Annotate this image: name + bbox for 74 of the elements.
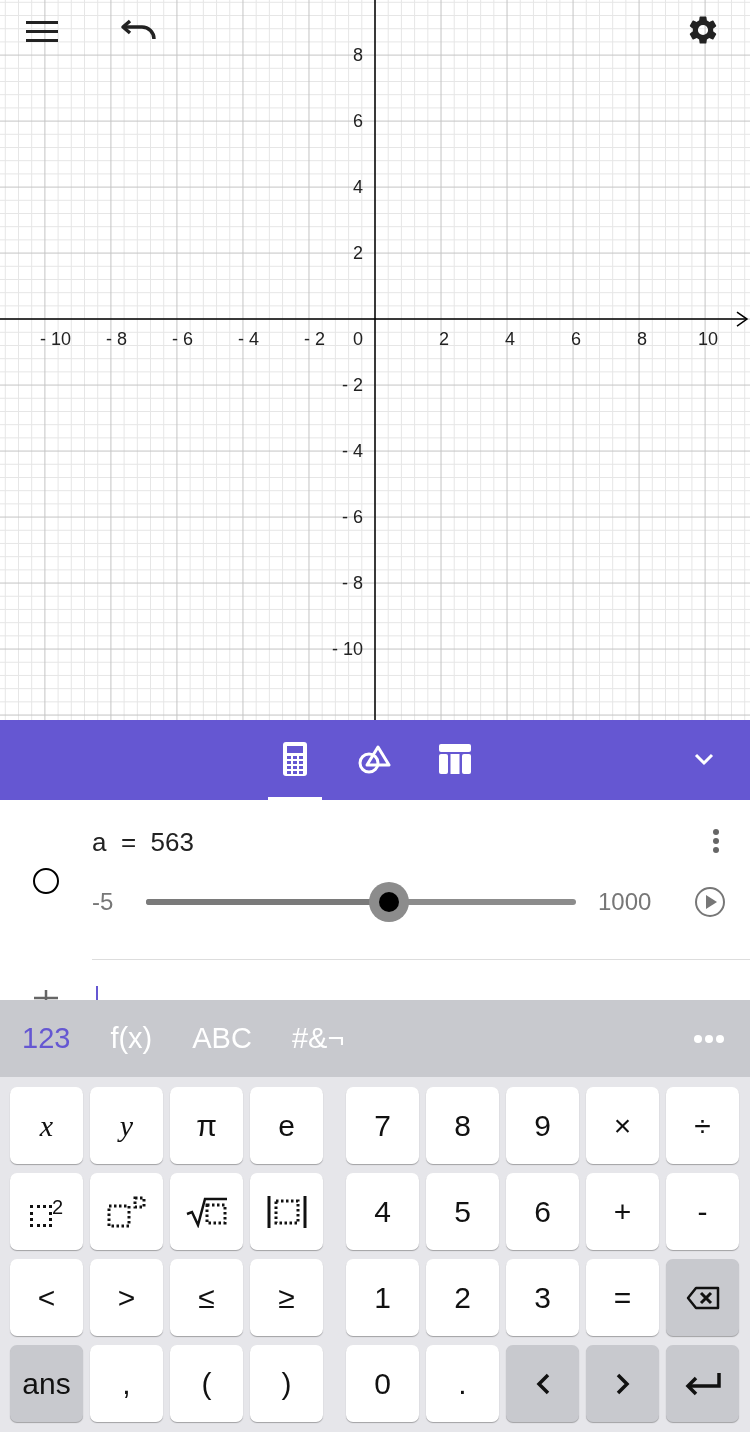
axis-tick-label: - 4 [342,441,363,462]
play-icon[interactable] [694,886,726,918]
keyboard-key[interactable]: = [586,1259,659,1336]
keyboard-key[interactable]: × [586,1087,659,1164]
axis-tick-label: 4 [353,177,363,198]
keyboard-key[interactable]: . [426,1345,499,1422]
keyboard-key[interactable]: < [10,1259,83,1336]
plus-icon[interactable] [34,990,58,1000]
keyboard-key[interactable]: 7 [346,1087,419,1164]
keyboard-key[interactable]: 4 [346,1173,419,1250]
keyboard-key[interactable]: ≤ [170,1259,243,1336]
axis-tick-label: 2 [353,243,363,264]
backspace-icon [685,1285,720,1310]
enter-icon [683,1370,722,1397]
keyboard-key[interactable]: ) [250,1345,323,1422]
axis-tick-label: - 10 [331,639,363,660]
keyboard-key[interactable]: e [250,1087,323,1164]
axis-tick-label: - 8 [342,573,363,594]
keyboard-key[interactable]: 5 [426,1173,499,1250]
undo-icon[interactable] [120,18,158,42]
chevron-down-icon[interactable] [694,752,714,766]
keyboard-key[interactable] [250,1173,323,1250]
keyboard-key[interactable]: + [586,1173,659,1250]
keyboard-key[interactable]: , [90,1345,163,1422]
keyboard-key[interactable] [170,1173,243,1250]
slider-definition: a = 563 [92,825,195,859]
slider-thumb[interactable] [368,882,409,922]
keyboard-key[interactable]: y [90,1087,163,1164]
chevron-left-icon [534,1371,551,1396]
axis-tick-label: 4 [505,329,516,350]
axis-tick-label: - 10 [39,329,71,350]
placeholder-box-icon [29,1204,52,1227]
keyboard-key[interactable]: 3 [506,1259,579,1336]
axis-tick-label: 8 [637,329,648,350]
axis-tick-label: 10 [698,329,719,350]
square-root-icon [184,1195,229,1228]
axis-tick-label: - 2 [304,329,325,350]
axis-tick-label: 8 [353,45,363,66]
keyboard-key[interactable] [666,1345,739,1422]
keyboard-key[interactable]: ≥ [250,1259,323,1336]
axis-tick-label: - 4 [237,329,259,350]
axis-tick-label: 6 [353,111,363,132]
keyboard-key[interactable]: ( [170,1345,243,1422]
chevron-right-icon [614,1371,631,1396]
keyboard-key[interactable]: 6 [506,1173,579,1250]
keyboard-key[interactable]: 1 [346,1259,419,1336]
more-options-icon[interactable] [712,829,720,853]
keyboard-key[interactable]: 2 [10,1173,83,1250]
slider-min-label: -5 [92,887,115,917]
table-icon [439,743,471,774]
keyboard-key[interactable]: ans [10,1345,83,1422]
keyboard-key[interactable]: 0 [346,1345,419,1422]
axis-tick-label: - 8 [105,329,127,350]
axis-tick-label: - 6 [342,507,363,528]
calculator-icon [283,741,307,776]
keyboard-key[interactable]: 8 [426,1087,499,1164]
absolute-value-icon [265,1194,308,1229]
keyboard-key[interactable]: 9 [506,1087,579,1164]
axis-tick-label: - 6 [171,329,193,350]
keyboard-key[interactable]: - [666,1173,739,1250]
keyboard-key[interactable]: x [10,1087,83,1164]
axis-tick-label: 2 [439,329,450,350]
keyboard-key[interactable]: > [90,1259,163,1336]
keyboard-key[interactable] [666,1259,739,1336]
visibility-toggle[interactable] [33,868,59,894]
axis-tick-label: - 2 [342,375,363,396]
axis-tick-label: 6 [571,329,582,350]
power-icon [106,1195,147,1228]
keyboard-key[interactable]: π [170,1087,243,1164]
slider-max-label: 1000 [598,887,653,917]
axis-tick-label: 0 [353,329,363,350]
keyboard-key[interactable]: ÷ [666,1087,739,1164]
keyboard-key[interactable]: 2 [426,1259,499,1336]
shapes-icon [358,743,392,774]
